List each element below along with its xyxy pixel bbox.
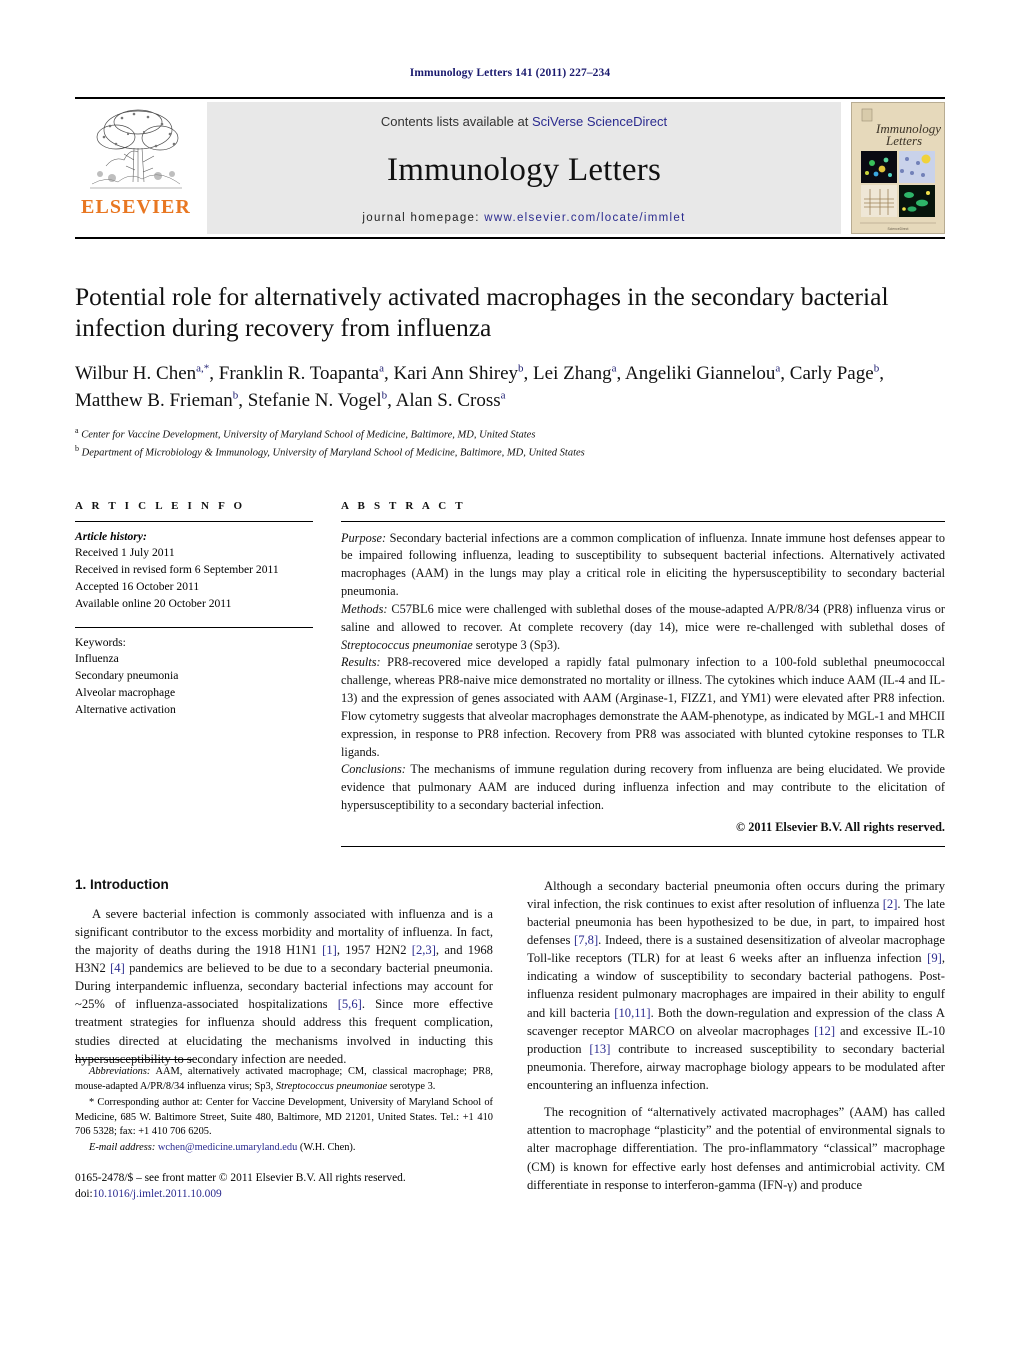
affiliation-b: b Department of Microbiology & Immunolog… — [75, 444, 585, 459]
journal-title: Immunology Letters — [387, 152, 661, 188]
keyword-item: Alveolar macrophage — [75, 686, 176, 700]
affiliations: a Center for Vaccine Development, Univer… — [75, 425, 945, 462]
body-left-column: 1. Introduction A severe bacterial infec… — [75, 877, 493, 1203]
footnote-email: E-mail address: wchen@medicine.umaryland… — [75, 1141, 493, 1156]
citation-ref[interactable]: [9] — [927, 951, 942, 965]
citation-ref[interactable]: [10,11] — [614, 1006, 650, 1020]
author-list: Wilbur H. Chena,*, Franklin R. Toapantaa… — [75, 362, 884, 412]
email-label: E-mail address: — [89, 1142, 156, 1154]
running-head: Immunology Letters 141 (2011) 227–234 — [409, 67, 611, 79]
keywords-block: Keywords: Influenza Secondary pneumonia … — [75, 628, 313, 719]
paragraph-text: , 1957 H2N2 — [336, 942, 412, 957]
email-suffix: (W.H. Chen). — [297, 1142, 356, 1154]
abstract-copyright: © 2011 Elsevier B.V. All rights reserved… — [735, 819, 945, 834]
affiliation-b-text: Department of Microbiology & Immunology,… — [81, 447, 585, 459]
citation-ref[interactable]: [1] — [322, 943, 337, 957]
footnote-abbreviations: Abbreviations: AAM, alternatively activa… — [75, 1065, 493, 1095]
contents-prefix-text: Contents lists available at — [380, 114, 532, 129]
article-info-column: A R T I C L E I N F O Article history: R… — [75, 500, 313, 847]
abstract-results: Results: PR8-recovered mice developed a … — [341, 654, 945, 761]
article-page: Immunology Letters 141 (2011) 227–234 EL… — [0, 0, 1020, 1351]
body-right-paragraph-2: The recognition of “alternatively activa… — [527, 1105, 945, 1192]
issn-line: 0165-2478/$ – see front matter © 2011 El… — [75, 1171, 406, 1184]
contents-available-line: Contents lists available at SciVerse Sci… — [381, 114, 667, 129]
abstract-conclusions-label: Conclusions: — [341, 762, 406, 777]
masthead-center: Contents lists available at SciVerse Sci… — [207, 102, 841, 234]
abstract-results-label: Results: — [341, 655, 381, 670]
body-columns: 1. Introduction A severe bacterial infec… — [75, 877, 945, 1203]
affiliation-a-text: Center for Vaccine Development, Universi… — [81, 429, 536, 441]
footnote-rule — [75, 1059, 193, 1061]
abstract-methods-label: Methods: — [341, 601, 388, 616]
page-title: Potential role for alternatively activat… — [75, 282, 889, 343]
affiliation-a: a Center for Vaccine Development, Univer… — [75, 426, 536, 441]
elsevier-wordmark: ELSEVIER — [81, 196, 191, 218]
issn-doi-block: 0165-2478/$ – see front matter © 2011 El… — [75, 1171, 493, 1203]
citation-ref[interactable]: [7,8] — [574, 933, 598, 947]
citation-ref[interactable]: [5,6] — [338, 997, 362, 1011]
journal-masthead: ELSEVIER Contents lists available at Sci… — [75, 97, 945, 239]
abstract-column: A B S T R A C T Purpose: Secondary bacte… — [341, 500, 945, 847]
svg-text:Letters: Letters — [885, 133, 922, 148]
history-item: Available online 20 October 2011 — [75, 596, 232, 610]
keywords-label: Keywords: — [75, 635, 126, 649]
citation-ref[interactable]: [2] — [883, 897, 898, 911]
abstract-body: Purpose: Secondary bacterial infections … — [341, 522, 945, 837]
abstract-conclusions: Conclusions: The mechanisms of immune re… — [341, 761, 945, 814]
history-item: Received 1 July 2011 — [75, 546, 175, 560]
keyword-item: Alternative activation — [75, 702, 176, 716]
svg-text:ScienceDirect: ScienceDirect — [888, 227, 909, 231]
title-block: Potential role for alternatively activat… — [75, 281, 945, 462]
footnotes-block: Abbreviations: AAM, alternatively activa… — [75, 1059, 493, 1203]
abstract-bottom-rule — [341, 845, 945, 847]
citation-ref[interactable]: [13] — [589, 1042, 610, 1056]
abbrev-text-b: serotype 3. — [387, 1081, 436, 1093]
citation-ref[interactable]: [2,3] — [412, 943, 436, 957]
body-right-column: Although a secondary bacterial pneumonia… — [527, 877, 945, 1203]
abstract-purpose-label: Purpose: — [341, 530, 387, 545]
abstract-methods-text-a: C57BL6 mice were challenged with subleth… — [341, 601, 945, 634]
article-info-heading: A R T I C L E I N F O — [75, 499, 246, 512]
abstract-heading: A B S T R A C T — [341, 499, 466, 512]
abstract-purpose-text: Secondary bacterial infections are a com… — [341, 530, 945, 599]
info-abstract-region: A R T I C L E I N F O Article history: R… — [75, 500, 945, 847]
journal-homepage-line: journal homepage: www.elsevier.com/locat… — [362, 212, 685, 224]
keyword-item: Influenza — [75, 652, 119, 666]
abbrev-label: Abbreviations: — [89, 1066, 151, 1078]
article-history: Article history: Received 1 July 2011 Re… — [75, 522, 313, 613]
keyword-item: Secondary pneumonia — [75, 669, 179, 683]
homepage-url[interactable]: www.elsevier.com/locate/immlet — [484, 212, 685, 224]
cover-artwork-icon: Immunology Letters ScienceDirect — [852, 103, 944, 233]
email-link[interactable]: wchen@medicine.umaryland.edu — [158, 1142, 297, 1153]
doi-value[interactable]: 10.1016/j.imlet.2011.10.009 — [93, 1188, 222, 1200]
footnote-corresponding-author: * Corresponding author at: Center for Va… — [75, 1096, 493, 1138]
journal-cover-thumbnail[interactable]: Immunology Letters ScienceDirect — [851, 102, 945, 234]
doi-label: doi: — [75, 1187, 93, 1200]
citation-ref[interactable]: [12] — [814, 1024, 835, 1038]
sciencedirect-link[interactable]: SciVerse ScienceDirect — [532, 114, 667, 129]
citation-ref[interactable]: [4] — [110, 961, 125, 975]
homepage-label: journal homepage: — [362, 212, 480, 224]
doi-line: doi:10.1016/j.imlet.2011.10.009 — [75, 1187, 493, 1203]
abstract-purpose: Purpose: Secondary bacterial infections … — [341, 530, 945, 601]
article-history-label: Article history: — [75, 529, 147, 543]
abstract-methods-italic: Streptococcus pneumoniae — [341, 637, 473, 652]
history-item: Accepted 16 October 2011 — [75, 580, 200, 594]
abstract-results-text: PR8-recovered mice developed a rapidly f… — [341, 655, 945, 759]
abstract-methods: Methods: C57BL6 mice were challenged wit… — [341, 601, 945, 654]
intro-paragraph-left: A severe bacterial infection is commonly… — [75, 905, 493, 1068]
history-item: Received in revised form 6 September 201… — [75, 563, 279, 577]
section-heading-introduction: 1. Introduction — [75, 876, 169, 892]
elsevier-tree-icon — [86, 104, 186, 196]
abstract-methods-text-b: serotype 3 (Sp3). — [472, 637, 561, 652]
abbrev-italic: Streptococcus pneumoniae — [275, 1081, 388, 1093]
body-right-paragraph-1: Although a secondary bacterial pneumonia… — [527, 877, 945, 1095]
elsevier-logo: ELSEVIER — [75, 102, 197, 234]
abstract-conclusions-text: The mechanisms of immune regulation duri… — [341, 762, 945, 813]
